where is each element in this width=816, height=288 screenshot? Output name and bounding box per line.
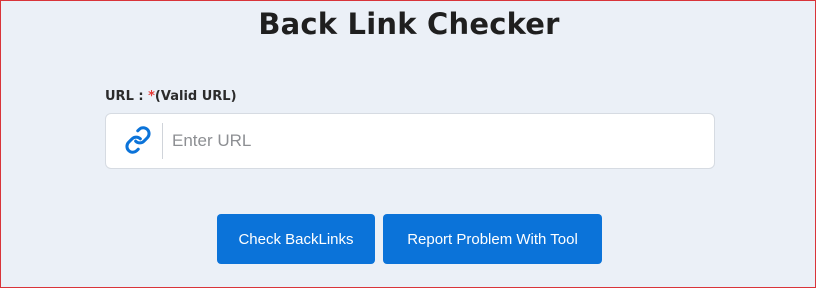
url-label: URL : *(Valid URL)	[105, 89, 237, 104]
url-input-group	[105, 113, 715, 169]
report-problem-button[interactable]: Report Problem With Tool	[383, 214, 602, 264]
url-input[interactable]	[172, 123, 692, 159]
check-backlinks-button[interactable]: Check BackLinks	[217, 214, 375, 264]
url-label-text: URL :	[105, 89, 149, 104]
required-asterisk: *	[148, 89, 155, 104]
url-hint: (Valid URL)	[154, 89, 237, 104]
tool-panel: Back Link Checker URL : *(Valid URL) Che…	[0, 0, 816, 288]
input-divider	[162, 123, 163, 159]
page-title: Back Link Checker	[258, 7, 560, 41]
link-icon	[124, 126, 152, 154]
